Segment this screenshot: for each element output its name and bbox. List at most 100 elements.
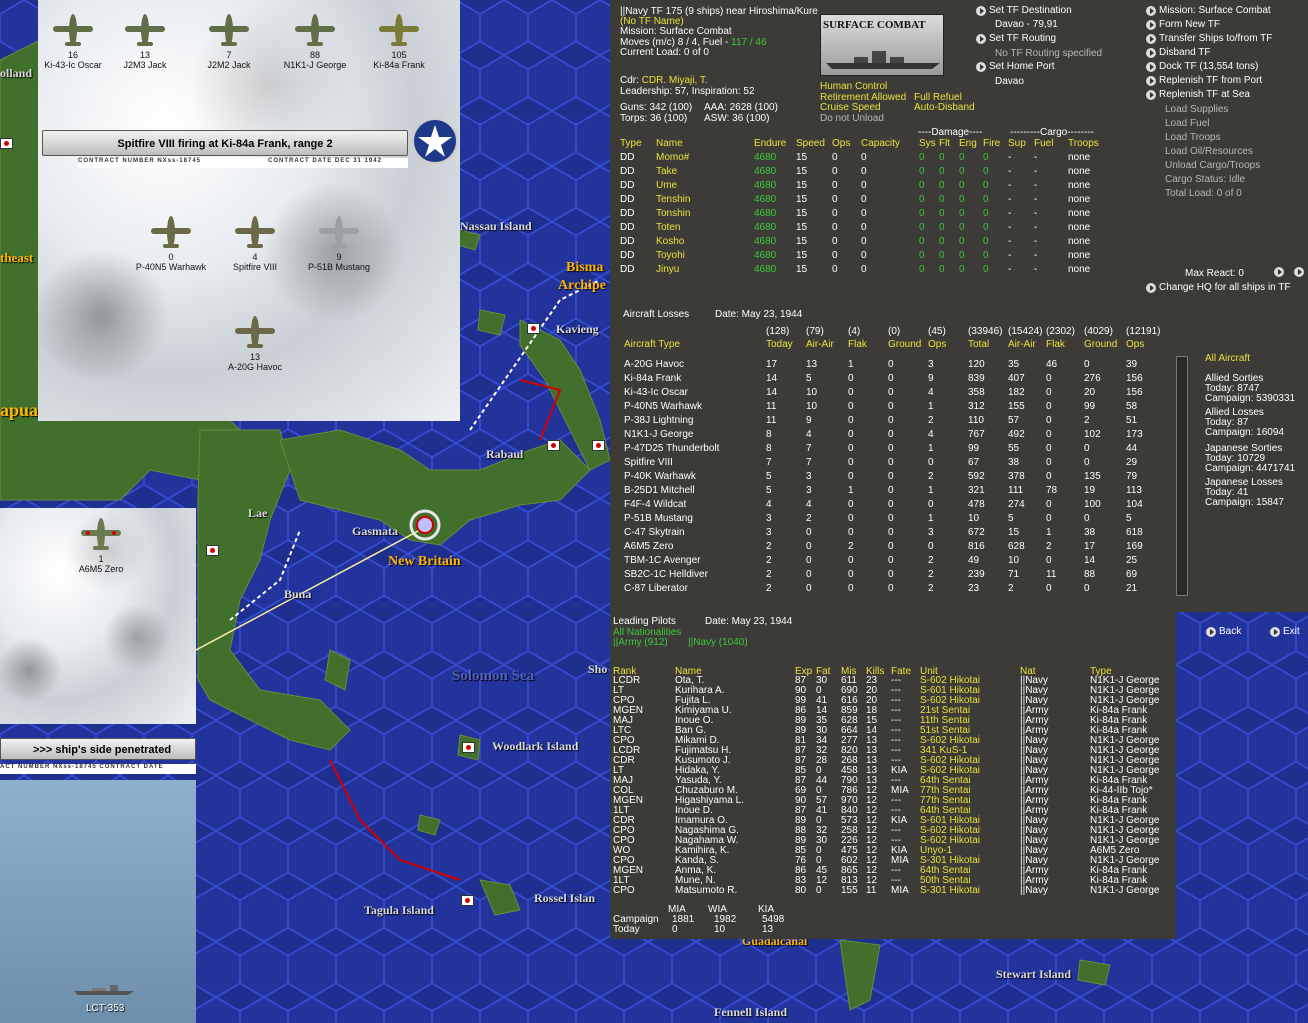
unload-toggle[interactable]: Do not Unload [820, 113, 884, 124]
aircraft-type[interactable]: SB2C-1C Helldiver [624, 569, 708, 580]
ship-col-header[interactable]: Sys [919, 138, 936, 149]
loss-col-header[interactable]: Total [968, 339, 989, 350]
aircraft-losses-panel: Aircraft Losses Date: May 23, 1944 (128)… [610, 300, 1308, 612]
loss-col-header[interactable]: Air-Air [806, 339, 834, 350]
tf-command-2[interactable]: Transfer Ships to/from TF [1146, 33, 1272, 44]
set-home-port-button[interactable]: Set Home Port [976, 61, 1055, 72]
aircraft-type[interactable]: P-47D25 Thunderbolt [624, 443, 719, 454]
ship-name[interactable]: Tenshin [656, 194, 690, 205]
japanese-base-flag[interactable] [206, 545, 219, 556]
pilot-name[interactable]: Matsumoto R. [675, 886, 737, 896]
aircraft-type[interactable]: P-40K Warhawk [624, 471, 696, 482]
losses-scrollbar[interactable] [1176, 356, 1188, 596]
ship-col-header[interactable]: Type [620, 138, 642, 149]
auto-disband-toggle[interactable]: Auto-Disband [914, 102, 975, 113]
cargo-command-3[interactable]: Load Oil/Resources [1165, 146, 1253, 157]
japanese-base-flag[interactable] [592, 440, 605, 451]
cargo-command-6[interactable]: Total Load: 0 of 0 [1165, 188, 1242, 199]
aircraft-type[interactable]: P-38J Lightning [624, 415, 694, 426]
ship-col-header[interactable]: Eng [959, 138, 977, 149]
ship-name[interactable]: Kosho [656, 236, 684, 247]
aircraft-type[interactable]: C-87 Liberator [624, 583, 688, 594]
loss-col-header[interactable]: Ground [888, 339, 921, 350]
cargo-command-2[interactable]: Load Troops [1165, 132, 1221, 143]
ship-col-header[interactable]: Troops [1068, 138, 1099, 149]
ship-name[interactable]: Toyohi [656, 250, 685, 261]
ship-col-header[interactable]: Speed [796, 138, 825, 149]
japanese-base-flag[interactable] [547, 440, 560, 451]
ship-col-header[interactable]: Fire [983, 138, 1000, 149]
aircraft-type[interactable]: P-40N5 Warhawk [624, 401, 702, 412]
ship-sprite[interactable] [72, 982, 136, 996]
loss-col-header[interactable]: Flak [1046, 339, 1065, 350]
ship-name[interactable]: Tonshin [656, 208, 690, 219]
cargo-command-1[interactable]: Load Fuel [1165, 118, 1209, 129]
tf-command-0[interactable]: Mission: Surface Combat [1146, 5, 1271, 16]
arrow-right-icon[interactable] [1294, 267, 1304, 277]
change-hq-button[interactable]: Change HQ for all ships in TF [1146, 282, 1291, 293]
tf-torps: Torps: 36 (100) [620, 113, 688, 124]
loss-col-header[interactable]: Today [766, 339, 793, 350]
tf-command-3[interactable]: Disband TF [1146, 47, 1211, 58]
stat-filter[interactable]: All Aircraft [1205, 354, 1250, 364]
set-routing-button[interactable]: Set TF Routing [976, 33, 1056, 44]
loss-cell: 14 [766, 373, 778, 384]
ship-cell: - [1034, 264, 1038, 275]
aircraft-type[interactable]: Spitfire VIII [624, 457, 673, 468]
set-destination-button[interactable]: Set TF Destination [976, 5, 1072, 16]
loss-cell: 8 [766, 429, 772, 440]
aircraft-type[interactable]: A-20G Havoc [624, 359, 684, 370]
japanese-base-flag[interactable] [462, 742, 475, 753]
tf-command-6[interactable]: Replenish TF at Sea [1146, 89, 1250, 100]
aircraft-type[interactable]: B-25D1 Mitchell [624, 485, 695, 496]
ship-name[interactable]: Jinyu [656, 264, 679, 275]
tf-command-4[interactable]: Dock TF (13,554 tons) [1146, 61, 1258, 72]
japanese-base-flag[interactable] [527, 323, 540, 334]
loss-cell: 0 [806, 527, 812, 538]
loss-col-header[interactable]: Air-Air [1008, 339, 1036, 350]
aircraft-type[interactable]: N1K1-J George [624, 429, 693, 440]
arrow-right-icon[interactable] [1274, 267, 1284, 277]
loss-col-header[interactable]: Ops [1126, 339, 1144, 350]
ship-col-header[interactable]: Name [656, 138, 683, 149]
exit-button[interactable]: Exit [1270, 626, 1300, 637]
aircraft-type[interactable]: F4F-4 Wildcat [624, 499, 686, 510]
cruise-speed-toggle[interactable]: Cruise Speed [820, 102, 881, 113]
ship-col-header[interactable]: Ops [832, 138, 850, 149]
aircraft-type[interactable]: C-47 Skytrain [624, 527, 685, 538]
filter-navy[interactable]: ||Navy (1040) [688, 637, 748, 648]
ship-col-header[interactable]: Flt [939, 138, 950, 149]
ship-name[interactable]: Toten [656, 222, 680, 233]
ship-col-header[interactable]: Fuel [1034, 138, 1053, 149]
japanese-base-flag[interactable] [0, 138, 13, 149]
human-control[interactable]: Human Control [820, 81, 887, 92]
aircraft-type[interactable]: P-51B Mustang [624, 513, 693, 524]
aircraft-type[interactable]: Ki-43-Ic Oscar [624, 387, 688, 398]
cargo-command-4[interactable]: Unload Cargo/Troops [1165, 160, 1260, 171]
tf-command-1[interactable]: Form New TF [1146, 19, 1220, 30]
cargo-command-5[interactable]: Cargo Status: Idle [1165, 174, 1245, 185]
plane-count: 9 [336, 252, 342, 262]
cdr-name[interactable]: CDR. Miyaji, T. [642, 75, 708, 86]
japanese-base-flag[interactable] [461, 895, 474, 906]
tf-command-5[interactable]: Replenish TF from Port [1146, 75, 1262, 86]
ship-name[interactable]: Ume [656, 180, 677, 191]
loss-col-header[interactable]: Flak [848, 339, 867, 350]
loss-cell: 0 [1046, 429, 1052, 440]
ship-name[interactable]: Momo# [656, 152, 689, 163]
back-button[interactable]: Back [1206, 626, 1241, 637]
ship-col-header[interactable]: Endure [754, 138, 786, 149]
loss-col-header[interactable]: Ground [1084, 339, 1117, 350]
mission-image[interactable]: SURFACE COMBAT [820, 14, 944, 76]
filter-army[interactable]: ||Army (912) [613, 637, 668, 648]
cargo-command-0[interactable]: Load Supplies [1165, 104, 1228, 115]
ship-col-header[interactable]: Capacity [861, 138, 900, 149]
aircraft-type[interactable]: TBM-1C Avenger [624, 555, 701, 566]
aircraft-type[interactable]: A6M5 Zero [624, 541, 673, 552]
ship-col-header[interactable]: Sup [1008, 138, 1026, 149]
tf-command-label: Mission: Surface Combat [1159, 5, 1271, 16]
loss-col-header[interactable]: Aircraft Type [624, 339, 680, 350]
aircraft-type[interactable]: Ki-84a Frank [624, 373, 681, 384]
loss-col-header[interactable]: Ops [928, 339, 946, 350]
ship-name[interactable]: Take [656, 166, 677, 177]
